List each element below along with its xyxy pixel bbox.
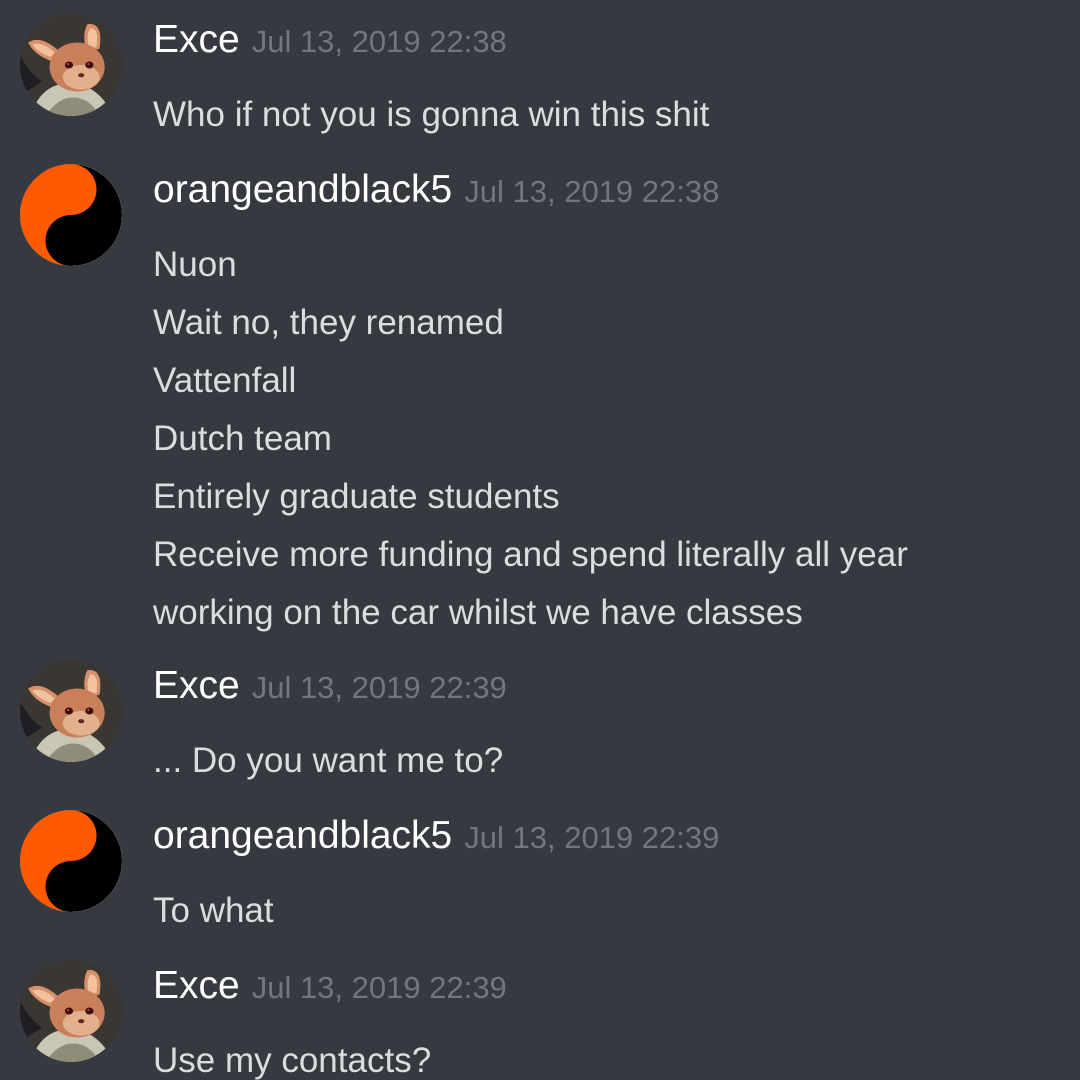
message-line: Entirely graduate students bbox=[153, 477, 560, 516]
message-line: Wait no, they renamed bbox=[153, 303, 504, 342]
message-line: Vattenfall bbox=[153, 361, 297, 400]
message-content: ... Do you want me to? bbox=[153, 732, 503, 790]
fox-character-avatar-icon bbox=[20, 14, 122, 116]
username[interactable]: orangeandblack5 bbox=[153, 814, 452, 857]
fox-character-avatar-icon bbox=[20, 660, 122, 762]
message-content: To what bbox=[153, 882, 274, 940]
timestamp: Jul 13, 2019 22:39 bbox=[464, 820, 720, 855]
message-header: Exce Jul 13, 2019 22:39 bbox=[153, 966, 507, 1005]
avatar[interactable] bbox=[20, 164, 122, 266]
message-content: Nuon Wait no, they renamed Vattenfall Du… bbox=[153, 236, 908, 642]
timestamp: Jul 13, 2019 22:39 bbox=[251, 670, 507, 705]
message-content: Who if not you is gonna win this shit bbox=[153, 86, 709, 144]
message-line: To what bbox=[153, 891, 274, 930]
chat-message-list: Exce Jul 13, 2019 22:38 Who if not you is… bbox=[0, 0, 1080, 1080]
timestamp: Jul 13, 2019 22:38 bbox=[251, 24, 507, 59]
timestamp: Jul 13, 2019 22:38 bbox=[464, 174, 720, 209]
username[interactable]: Exce bbox=[153, 964, 240, 1007]
timestamp: Jul 13, 2019 22:39 bbox=[251, 970, 507, 1005]
message-line: Who if not you is gonna win this shit bbox=[153, 95, 710, 134]
avatar[interactable] bbox=[20, 810, 122, 912]
message-line: Nuon bbox=[153, 245, 237, 284]
message-header: orangeandblack5 Jul 13, 2019 22:39 bbox=[153, 816, 719, 855]
message-line: Dutch team bbox=[153, 419, 332, 458]
yin-yang-avatar-icon bbox=[20, 810, 122, 912]
message-line: ... Do you want me to? bbox=[153, 741, 504, 780]
message-line: working on the car whilst we have classe… bbox=[153, 593, 803, 632]
message-header: Exce Jul 13, 2019 22:38 bbox=[153, 20, 507, 59]
message-header: Exce Jul 13, 2019 22:39 bbox=[153, 666, 507, 705]
username[interactable]: Exce bbox=[153, 664, 240, 707]
yin-yang-avatar-icon bbox=[20, 164, 122, 266]
message-header: orangeandblack5 Jul 13, 2019 22:38 bbox=[153, 170, 719, 209]
avatar[interactable] bbox=[20, 14, 122, 116]
message-line: Receive more funding and spend literally… bbox=[153, 535, 908, 574]
username[interactable]: Exce bbox=[153, 18, 240, 61]
message-content: Use my contacts? bbox=[153, 1032, 431, 1080]
avatar[interactable] bbox=[20, 660, 122, 762]
avatar[interactable] bbox=[20, 960, 122, 1062]
username[interactable]: orangeandblack5 bbox=[153, 168, 452, 211]
message-line: Use my contacts? bbox=[153, 1041, 432, 1080]
fox-character-avatar-icon bbox=[20, 960, 122, 1062]
